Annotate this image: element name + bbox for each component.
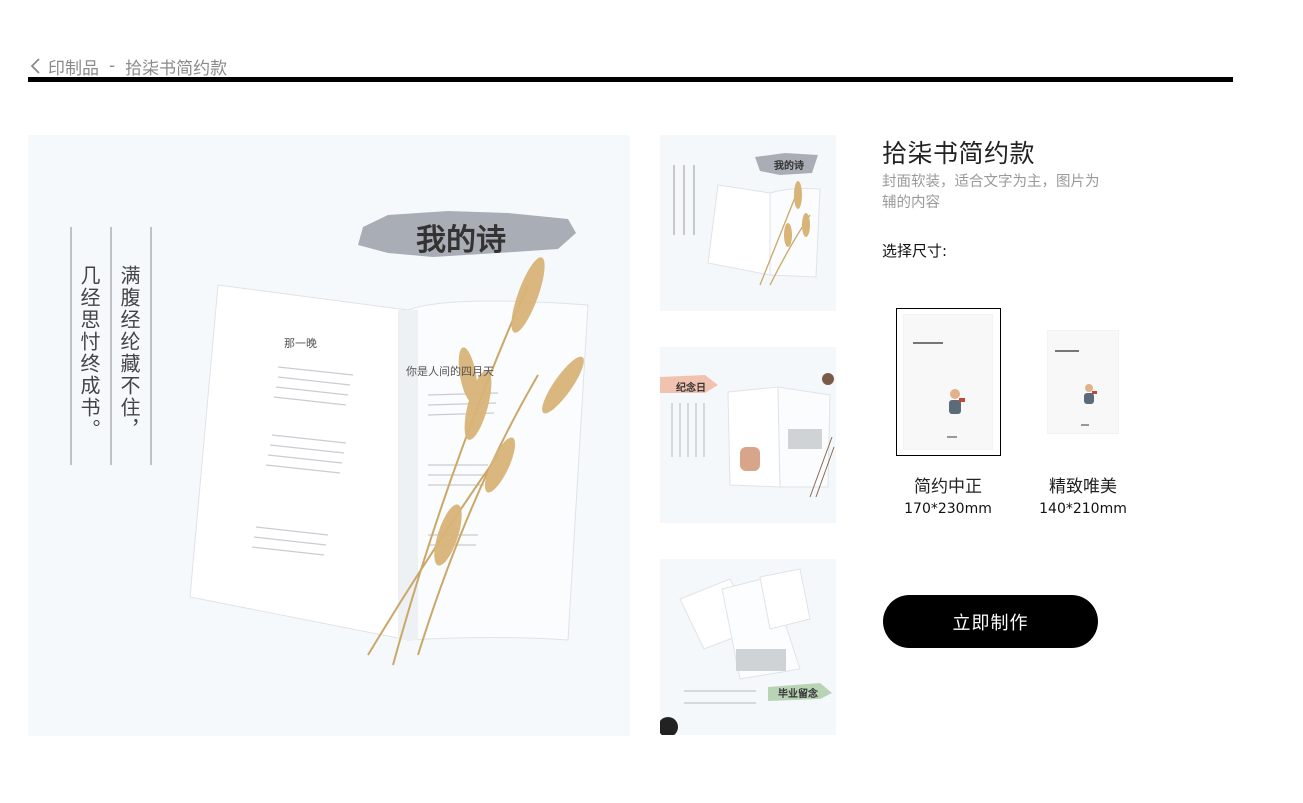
product-title: 拾柒书简约款 [882, 139, 1036, 168]
size-option-name: 精致唯美 [1049, 477, 1117, 497]
main-image-poem-line-2: 几经思忖终成书。 [77, 265, 101, 441]
size-option-dimension: 170*230mm [904, 501, 992, 517]
breadcrumb-separator: - [109, 56, 116, 76]
thumbnail-2[interactable]: 纪念日 [660, 347, 836, 523]
chevron-left-icon[interactable] [28, 56, 42, 76]
size-option-frame [895, 308, 1001, 456]
main-image-page-heading-right: 你是人间的四月天 [406, 365, 494, 378]
main-image-poem-line-1: 满腹经纶藏不住， [117, 265, 141, 441]
breadcrumb-current: 拾柒书简约款 [125, 58, 228, 79]
product-description: 封面软装，适合文字为主，图片为辅的内容 [882, 174, 1100, 211]
thumbnail-1-badge: 我的诗 [774, 161, 804, 172]
book-cover-thumbnail [1047, 330, 1119, 434]
main-image-badge: 我的诗 [416, 223, 506, 258]
breadcrumb-parent-link[interactable]: 印制品 [48, 54, 99, 79]
breadcrumb: 印制品 - 拾柒书简约款 [28, 54, 228, 79]
header-divider [28, 77, 1233, 82]
size-option-170x230[interactable]: 简约中正 170*230mm [894, 308, 1002, 517]
thumbnail-2-badge: 纪念日 [676, 383, 706, 394]
book-cover-thumbnail [903, 314, 993, 450]
main-product-image: 我的诗 满腹经纶藏不住， 几经思忖终成书。 那一晚 你是人间的四月天 [28, 135, 630, 736]
thumbnail-3-badge: 毕业留念 [778, 689, 818, 700]
thumbnail-1[interactable]: 我的诗 [660, 135, 836, 311]
size-option-name: 简约中正 [914, 477, 982, 497]
size-option-frame [1031, 308, 1136, 456]
size-label: 选择尺寸: [882, 242, 948, 260]
thumbnail-3[interactable]: 毕业留念 [660, 559, 836, 735]
size-option-140x210[interactable]: 精致唯美 140*210mm [1029, 308, 1137, 517]
size-option-dimension: 140*210mm [1039, 501, 1127, 517]
main-image-page-heading-left: 那一晚 [284, 337, 317, 350]
make-now-button[interactable]: 立即制作 [883, 595, 1098, 648]
